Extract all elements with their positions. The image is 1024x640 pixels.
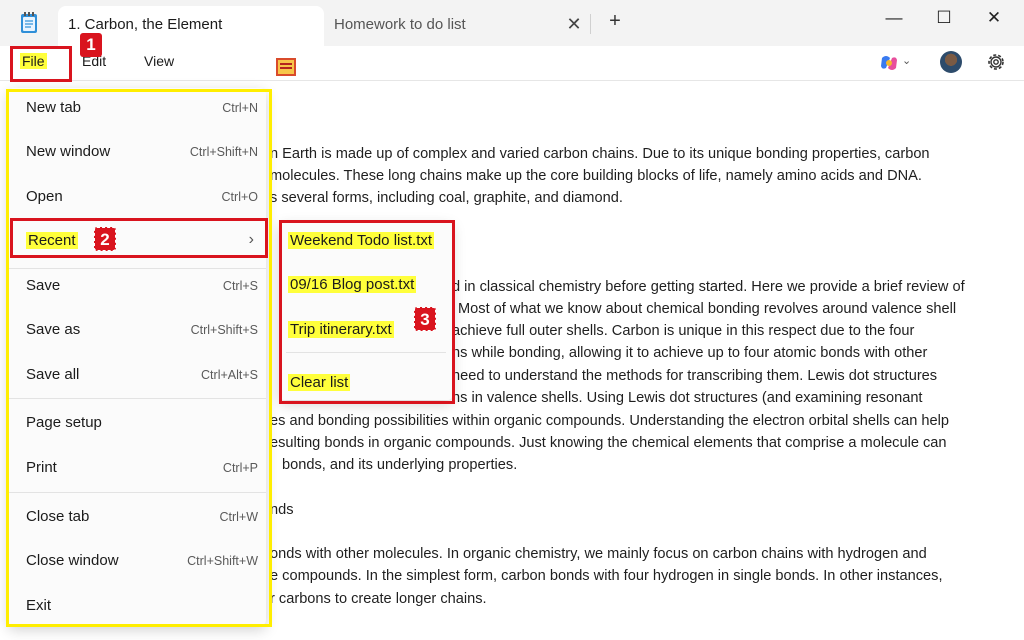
shortcut-label: Ctrl+N <box>222 101 258 115</box>
shortcut-label: Ctrl+Alt+S <box>201 368 258 382</box>
shortcut-label: Ctrl+S <box>222 279 258 293</box>
shortcut-label: Ctrl+O <box>221 190 258 204</box>
recent-item-label: Trip itinerary.txt <box>288 321 394 338</box>
recent-item-label: 09/16 Blog post.txt <box>288 276 417 293</box>
menu-item-label: Close window <box>26 552 119 569</box>
menu-separator <box>8 492 266 493</box>
menu-item-label: Save <box>26 277 61 294</box>
recent-item-weekend-todo[interactable]: Weekend Todo list.txt <box>286 226 446 256</box>
recent-item-label: Clear list <box>288 374 351 391</box>
maximize-button[interactable]: ☐ <box>926 4 962 32</box>
menu-item-save[interactable]: Save Ctrl+S <box>8 268 266 304</box>
doc-line: esulting bonds in organic compounds. Jus… <box>270 435 947 451</box>
close-tab-icon[interactable]: ✕ <box>564 14 584 35</box>
recent-item-blog-post[interactable]: 09/16 Blog post.txt <box>286 270 446 300</box>
menu-item-open[interactable]: Open Ctrl+O <box>8 179 266 215</box>
menu-item-label: Save all <box>26 366 80 383</box>
menu-item-page-setup[interactable]: Page setup <box>8 405 266 441</box>
doc-line: onds with other molecules. In organic ch… <box>270 546 927 562</box>
menu-item-save-as[interactable]: Save as Ctrl+Shift+S <box>8 312 266 348</box>
menu-item-save-all[interactable]: Save all Ctrl+Alt+S <box>8 357 266 393</box>
tab-title: Homework to do list <box>334 16 466 33</box>
annotation-badge-2: 2 <box>94 227 116 251</box>
menu-item-label: Save as <box>26 321 81 338</box>
gear-icon[interactable] <box>985 51 1007 73</box>
view-menu-button[interactable]: View <box>144 53 174 69</box>
title-bar: 1. Carbon, the Element Homework to do li… <box>0 0 1024 46</box>
menu-separator <box>8 398 266 399</box>
doc-line: nds <box>270 502 294 518</box>
menu-item-close-window[interactable]: Close window Ctrl+Shift+W <box>8 543 266 579</box>
shortcut-label: Ctrl+P <box>222 461 258 475</box>
doc-line: d in classical chemistry before getting … <box>452 279 965 295</box>
menu-item-label: Open <box>26 188 63 205</box>
recent-item-clear-list[interactable]: Clear list <box>286 368 446 398</box>
recent-label: Recent <box>26 232 78 249</box>
doc-line: n Earth is made up of complex and varied… <box>270 146 930 162</box>
shortcut-label: Ctrl+W <box>219 510 258 524</box>
doc-line: bonds, and its underlying properties. <box>282 457 518 473</box>
recent-item-label: Weekend Todo list.txt <box>288 232 435 249</box>
minimize-button[interactable]: — <box>876 4 912 32</box>
annotation-badge-3: 3 <box>414 307 436 331</box>
doc-line: need to understand the methods for trans… <box>452 368 938 384</box>
new-tab-button[interactable]: + <box>604 10 626 33</box>
doc-line: r carbons to create longer chains. <box>270 591 487 607</box>
shortcut-label: Ctrl+Shift+W <box>187 554 258 568</box>
chevron-down-icon[interactable]: ⌄ <box>902 54 911 67</box>
menu-item-label: Exit <box>26 597 52 614</box>
doc-line: ns in valence shells. Using Lewis dot st… <box>452 390 923 406</box>
shortcut-label: Ctrl+Shift+S <box>190 323 258 337</box>
menu-item-recent[interactable]: Recent › <box>8 223 266 259</box>
doc-line: molecules. These long chains make up the… <box>270 168 922 184</box>
tab-divider <box>590 14 591 34</box>
menu-item-label: Close tab <box>26 508 90 525</box>
menu-item-close-tab[interactable]: Close tab Ctrl+W <box>8 499 266 535</box>
menu-bar: File Edit View ⌄ <box>0 46 1024 80</box>
close-window-button[interactable]: ✕ <box>976 4 1012 32</box>
menu-item-print[interactable]: Print Ctrl+P <box>8 450 266 486</box>
tab-title: 1. Carbon, the Element <box>68 16 223 33</box>
doc-line: ns while bonding, allowing it to achieve… <box>452 345 928 361</box>
chevron-right-icon: › <box>248 231 254 248</box>
menu-separator <box>286 352 446 353</box>
file-menu-button[interactable]: File <box>14 48 54 74</box>
menu-item-label: New tab <box>26 99 82 116</box>
menu-item-label: New window <box>26 143 111 160</box>
file-menu-label: File <box>20 53 47 69</box>
doc-line: achieve full outer shells. Carbon is uni… <box>452 323 915 339</box>
menu-item-exit[interactable]: Exit <box>8 588 266 624</box>
menu-item-new-window[interactable]: New window Ctrl+Shift+N <box>8 134 266 170</box>
annotation-badge-1: 1 <box>80 33 102 57</box>
copilot-icon[interactable] <box>878 52 900 74</box>
doc-line: e compounds. In the simplest form, carbo… <box>270 568 943 584</box>
file-menu: New tab Ctrl+N New window Ctrl+Shift+N O… <box>8 88 266 626</box>
menu-item-label: Page setup <box>26 414 102 431</box>
book-icon <box>276 58 296 76</box>
menu-item-new-tab[interactable]: New tab Ctrl+N <box>8 90 266 126</box>
doc-line: s several forms, including coal, graphit… <box>270 190 623 206</box>
menu-item-label: Print <box>26 459 57 476</box>
doc-line: es and bonding possibilities within orga… <box>270 413 950 429</box>
shortcut-label: Ctrl+Shift+N <box>189 145 258 159</box>
doc-line: Most of what we know about chemical bond… <box>458 301 957 317</box>
avatar[interactable] <box>940 51 962 73</box>
notepad-icon <box>21 12 37 33</box>
tab-homework[interactable]: Homework to do list ✕ <box>324 6 590 42</box>
menu-item-label: Recent <box>26 232 78 249</box>
